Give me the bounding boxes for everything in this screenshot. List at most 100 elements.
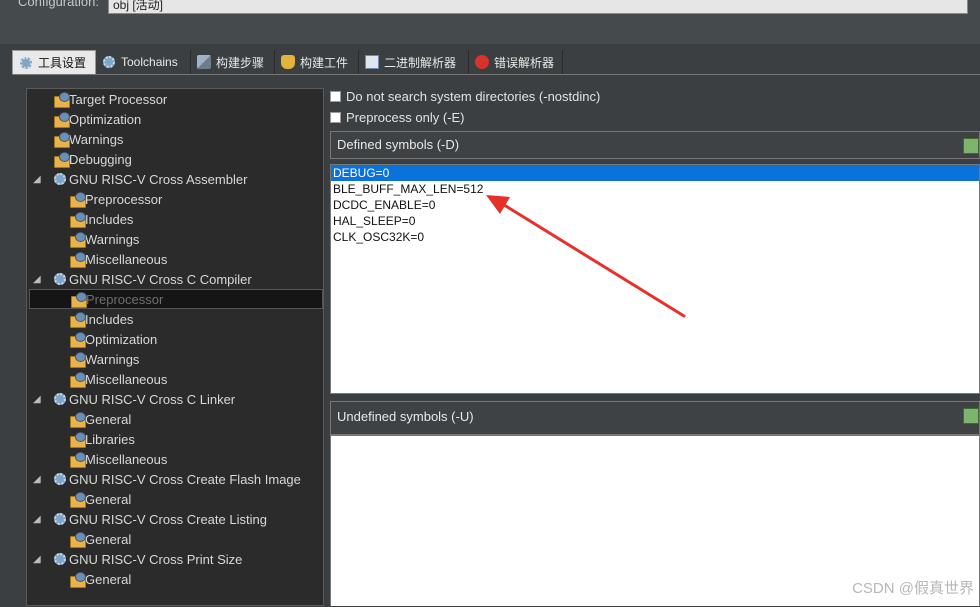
folder-icon <box>69 452 86 468</box>
gear-icon <box>19 56 33 70</box>
tab-build-artifacts[interactable]: 构建工件 <box>275 50 359 74</box>
tree-group[interactable]: ◢ GNU RISC-V Cross Create Listing <box>33 509 267 529</box>
tree-item[interactable]: Miscellaneous <box>69 369 167 389</box>
build-steps-icon <box>197 55 211 69</box>
tree-group[interactable]: ◢ GNU RISC-V Cross Assembler <box>33 169 248 189</box>
tree-group[interactable]: ◢ GNU RISC-V Cross C Linker <box>33 389 236 409</box>
nostdinc-checkbox[interactable] <box>330 90 341 102</box>
list-item[interactable]: CLK_OSC32K=0 <box>331 229 979 245</box>
configuration-bar: Configuration: obj [活动] <box>0 0 980 45</box>
folder-icon <box>53 132 70 148</box>
expand-icon[interactable]: ◢ <box>33 514 43 525</box>
tree-item[interactable]: Includes <box>69 209 133 229</box>
folder-icon <box>69 252 86 268</box>
tree-group[interactable]: ◢ GNU RISC-V Cross C Compiler <box>33 269 252 289</box>
tree-item[interactable]: Target Processor <box>53 89 167 109</box>
tab-label: 构建步骤 <box>216 55 265 70</box>
folder-icon <box>69 192 86 208</box>
gear-icon <box>53 552 69 566</box>
folder-icon <box>69 372 86 388</box>
preprocess-only-option[interactable]: Preprocess only (-E) <box>330 107 464 127</box>
list-item[interactable]: HAL_SLEEP=0 <box>331 213 979 229</box>
tree-item-label: GNU RISC-V Cross C Compiler <box>69 271 252 287</box>
tab-label: 构建工件 <box>300 55 349 70</box>
gear-icon <box>102 55 116 69</box>
tree-item-label: Includes <box>85 311 134 327</box>
tree-item[interactable]: Optimization <box>69 329 157 349</box>
add-icon[interactable] <box>963 138 979 154</box>
tree-item-label: Libraries <box>85 431 135 447</box>
preprocess-only-label: Preprocess only (-E) <box>346 109 465 125</box>
tree-item-label: GNU RISC-V Cross C Linker <box>69 391 236 407</box>
tree-item-label: GNU RISC-V Cross Create Listing <box>69 511 267 527</box>
tree-item[interactable]: Includes <box>69 309 133 329</box>
tree-item-label: Miscellaneous <box>85 451 168 467</box>
expand-icon[interactable]: ◢ <box>33 174 43 185</box>
tab-label: 工具设置 <box>38 56 87 70</box>
tree-item[interactable]: General <box>69 409 131 429</box>
tree-item[interactable]: General <box>69 489 131 509</box>
list-item[interactable]: DCDC_ENABLE=0 <box>331 197 979 213</box>
folder-icon <box>69 352 86 368</box>
tree-item[interactable]: Warnings <box>53 129 123 149</box>
tree-item[interactable]: General <box>69 529 131 549</box>
configuration-label: Configuration: <box>18 0 99 9</box>
tree-item-label: Preprocessor <box>86 291 164 307</box>
tree-item[interactable]: Optimization <box>53 109 141 129</box>
tree-item-label: General <box>85 411 132 427</box>
gear-icon <box>53 272 69 286</box>
folder-icon <box>69 432 86 448</box>
configuration-select[interactable]: obj [活动] <box>108 0 968 14</box>
expand-icon[interactable]: ◢ <box>33 394 43 405</box>
expand-icon[interactable]: ◢ <box>33 474 43 485</box>
tree-item-selected[interactable]: Preprocessor <box>29 289 323 309</box>
folder-icon <box>53 112 70 128</box>
tree-item[interactable]: Miscellaneous <box>69 249 167 269</box>
tab-build-steps[interactable]: 构建步骤 <box>191 50 275 74</box>
tree-item-label: Preprocessor <box>85 191 163 207</box>
tree-item-label: Warnings <box>85 351 140 367</box>
list-item[interactable]: DEBUG=0 <box>331 165 979 181</box>
tree-item-label: Miscellaneous <box>85 251 168 267</box>
defined-symbols-title: Defined symbols (-D) <box>337 137 460 152</box>
gear-icon <box>53 472 69 486</box>
gear-icon <box>53 172 69 186</box>
tree-item[interactable]: Debugging <box>53 149 132 169</box>
tree-item-label: GNU RISC-V Cross Assembler <box>69 171 248 187</box>
settings-tree[interactable]: Target Processor Optimization Warnings D… <box>26 88 324 606</box>
tree-item-label: General <box>85 571 132 587</box>
binary-icon <box>365 55 379 69</box>
gear-icon <box>53 392 69 406</box>
tree-item-label: GNU RISC-V Cross Print Size <box>69 551 243 567</box>
tree-item-label: Debugging <box>69 151 132 167</box>
tree-item[interactable]: Miscellaneous <box>69 449 167 469</box>
add-icon[interactable] <box>963 408 979 424</box>
tree-item[interactable]: Libraries <box>69 429 135 449</box>
tree-group[interactable]: ◢ GNU RISC-V Cross Print Size <box>33 549 243 569</box>
tree-item[interactable]: Preprocessor <box>69 189 162 209</box>
expand-icon[interactable]: ◢ <box>33 274 43 285</box>
tree-item[interactable]: Warnings <box>69 229 139 249</box>
expand-icon[interactable]: ◢ <box>33 554 43 565</box>
tab-toolchains[interactable]: Toolchains <box>96 50 191 74</box>
tab-error-parsers[interactable]: 错误解析器 <box>469 50 563 74</box>
tab-binary-parsers[interactable]: 二进制解析器 <box>359 50 469 74</box>
undefined-symbols-title: Undefined symbols (-U) <box>337 409 474 424</box>
tree-group[interactable]: ◢ GNU RISC-V Cross Create Flash Image <box>33 469 301 489</box>
folder-icon <box>69 532 86 548</box>
defined-symbols-list[interactable]: DEBUG=0 BLE_BUFF_MAX_LEN=512 DCDC_ENABLE… <box>330 164 980 394</box>
nostdinc-option[interactable]: Do not search system directories (-nostd… <box>330 86 600 106</box>
tree-item-label: Miscellaneous <box>85 371 168 387</box>
tree-item-label: Warnings <box>85 231 140 247</box>
tree-item[interactable]: General <box>69 569 131 589</box>
folder-icon <box>69 572 86 588</box>
folder-icon <box>69 232 86 248</box>
tab-tool-settings[interactable]: 工具设置 <box>12 50 96 74</box>
gear-icon <box>53 512 69 526</box>
preprocess-only-checkbox[interactable] <box>330 111 341 123</box>
list-item[interactable]: BLE_BUFF_MAX_LEN=512 <box>331 181 979 197</box>
tree-item-label: GNU RISC-V Cross Create Flash Image <box>69 471 301 487</box>
undefined-symbols-header: Undefined symbols (-U) <box>330 401 980 435</box>
tree-item[interactable]: Warnings <box>69 349 139 369</box>
tab-label: 二进制解析器 <box>384 55 457 70</box>
